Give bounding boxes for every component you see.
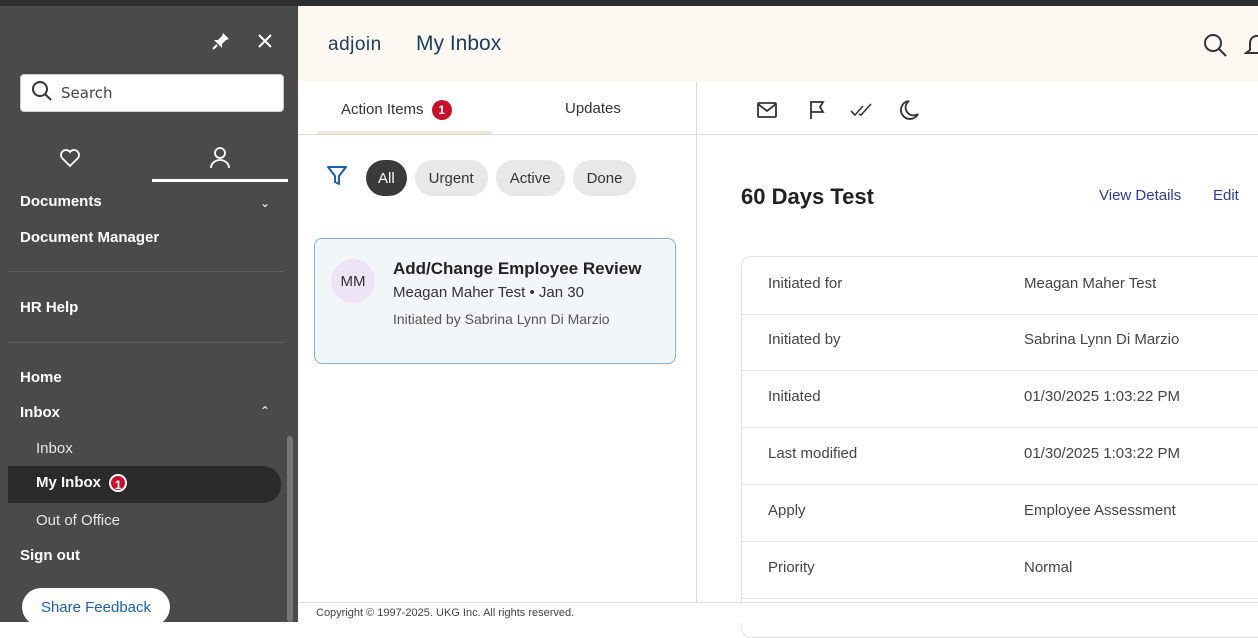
share-feedback-button[interactable]: Share Feedback [22, 588, 170, 622]
row-label: Apply [768, 502, 806, 519]
sidebar: Search Documents ⌄ Document Manager HR H… [0, 0, 298, 622]
logo-text: adjoin [328, 34, 382, 55]
tab-favorites[interactable] [0, 140, 140, 180]
table-row: Initiated for Meagan Maher Test [742, 257, 1258, 315]
table-row: Priority Normal [742, 541, 1258, 599]
tab-action-items[interactable]: Action Items 1 [341, 100, 452, 120]
filter-chip-urgent[interactable]: Urgent [414, 160, 488, 196]
sidebar-item-label: Inbox [36, 440, 73, 457]
detail-pane: 60 Days Test View Details Edit Initiated… [697, 82, 1258, 638]
tab-label: Action Items [341, 100, 424, 118]
filter-chip-all[interactable]: All [366, 160, 407, 196]
row-value: 01/30/2025 1:03:22 PM [1024, 388, 1180, 405]
card-subtitle: Meagan Maher Test • Jan 30 [393, 284, 584, 301]
app-logo[interactable]: adjoin [328, 34, 382, 56]
divider [8, 342, 284, 343]
detail-toolbar [697, 82, 1258, 135]
sidebar-item-label: Document Manager [20, 229, 160, 246]
flag-icon[interactable] [805, 98, 829, 122]
close-icon[interactable] [254, 30, 276, 52]
sidebar-item-label: Inbox [20, 404, 60, 421]
sidebar-item-documents[interactable]: Documents [20, 193, 102, 210]
row-value: 01/30/2025 1:03:22 PM [1024, 445, 1180, 462]
chevron-down-icon[interactable]: ⌄ [260, 196, 270, 210]
divider [8, 271, 284, 272]
sidebar-tabs [0, 140, 298, 184]
search-input[interactable]: Search [20, 74, 284, 112]
main-content: adjoin My Inbox Action Items 1 Updates A… [298, 0, 1258, 638]
sidebar-item-label: Out of Office [36, 512, 120, 529]
page-title: My Inbox [416, 32, 502, 55]
avatar: MM [331, 259, 375, 303]
heart-icon [59, 148, 81, 172]
row-value: Meagan Maher Test [1024, 275, 1157, 292]
header-icons [1202, 32, 1258, 62]
detail-title: 60 Days Test [741, 184, 874, 209]
filter-bar: All Urgent Active Done [326, 160, 637, 196]
sidebar-item-label: Sign out [20, 547, 80, 564]
row-label: Initiated [768, 388, 821, 405]
inbox-tabs: Action Items 1 Updates [298, 82, 696, 135]
user-icon [209, 146, 231, 174]
row-value: Sabrina Lynn Di Marzio [1024, 331, 1180, 348]
page-footer: Copyright © 1997-2025. UKG Inc. All righ… [298, 602, 1258, 623]
window-frame-top [0, 0, 298, 6]
double-check-icon[interactable] [849, 98, 873, 122]
row-label: Initiated for [768, 275, 843, 292]
page-header: adjoin My Inbox [298, 6, 1258, 82]
card-initiated-by: Initiated by Sabrina Lynn Di Marzio [393, 311, 610, 327]
sidebar-subitem-out-of-office[interactable]: Out of Office [36, 512, 120, 529]
edit-link[interactable]: Edit [1213, 187, 1239, 204]
filter-icon[interactable] [326, 164, 348, 192]
search-icon[interactable] [1202, 32, 1228, 62]
tab-updates[interactable]: Updates [565, 100, 621, 117]
sidebar-subitem-inbox[interactable]: Inbox [36, 440, 73, 457]
sidebar-item-sign-out[interactable]: Sign out [20, 547, 80, 564]
row-label: Initiated by [768, 331, 841, 348]
table-row: Initiated by Sabrina Lynn Di Marzio [742, 313, 1258, 371]
sidebar-item-label: My Inbox [36, 474, 102, 491]
filter-chip-active[interactable]: Active [495, 160, 565, 196]
pin-icon[interactable] [210, 30, 232, 52]
sidebar-scrollbar[interactable] [287, 436, 293, 622]
sidebar-item-inbox[interactable]: Inbox [20, 404, 60, 421]
sidebar-item-hr-help[interactable]: HR Help [20, 299, 78, 316]
table-row: Last modified 01/30/2025 1:03:22 PM [742, 427, 1258, 485]
chevron-up-icon[interactable]: ⌃ [260, 404, 270, 418]
action-list-pane: Action Items 1 Updates All Urgent Active… [298, 82, 697, 602]
tab-label: Updates [565, 100, 621, 117]
mail-icon[interactable] [755, 98, 779, 122]
sidebar-subitem-my-inbox[interactable]: My Inbox 1 [36, 474, 128, 493]
view-details-link[interactable]: View Details [1099, 187, 1181, 204]
table-row: Apply Employee Assessment [742, 484, 1258, 542]
row-value: Employee Assessment [1024, 502, 1176, 519]
row-value: Normal [1024, 559, 1073, 576]
moon-icon[interactable] [897, 98, 921, 122]
sidebar-item-label: Home [20, 369, 62, 386]
row-label: Priority [768, 559, 815, 576]
bell-icon[interactable] [1243, 32, 1258, 62]
copyright-text: Copyright © 1997-2025. UKG Inc. All righ… [316, 607, 575, 619]
sidebar-top-icons [210, 30, 276, 52]
card-title: Add/Change Employee Review [393, 259, 642, 278]
sidebar-item-label: Documents [20, 193, 102, 210]
action-item-card[interactable]: MM Add/Change Employee Review Meagan Mah… [314, 238, 676, 364]
sidebar-item-document-manager[interactable]: Document Manager [20, 229, 159, 246]
search-placeholder: Search [61, 84, 113, 102]
filter-chip-done[interactable]: Done [572, 160, 637, 196]
tab-active-indicator [318, 131, 492, 134]
table-row: Initiated 01/30/2025 1:03:22 PM [742, 370, 1258, 428]
sidebar-item-home[interactable]: Home [20, 369, 62, 386]
row-label: Last modified [768, 445, 858, 462]
tab-active-indicator [152, 179, 288, 182]
search-icon [31, 80, 53, 106]
tab-user[interactable] [150, 140, 290, 182]
detail-table: Initiated for Meagan Maher Test Initiate… [741, 256, 1258, 638]
count-badge: 1 [109, 474, 128, 493]
count-badge: 1 [431, 100, 452, 120]
sidebar-item-label: HR Help [20, 299, 79, 316]
